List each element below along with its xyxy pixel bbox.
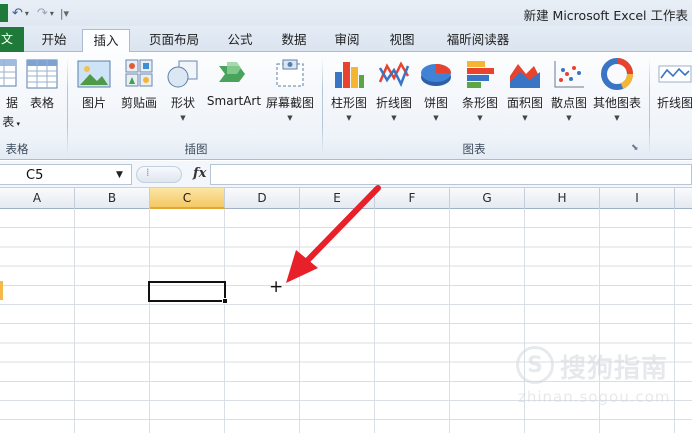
- watermark: S 搜狗指南 zhinan.sogou.com: [516, 346, 686, 412]
- arrow-shaft: [301, 185, 381, 267]
- watermark-url: zhinan.sogou.com: [518, 388, 671, 406]
- sogou-logo-icon: S: [516, 346, 554, 384]
- watermark-title: 搜狗指南: [560, 354, 669, 384]
